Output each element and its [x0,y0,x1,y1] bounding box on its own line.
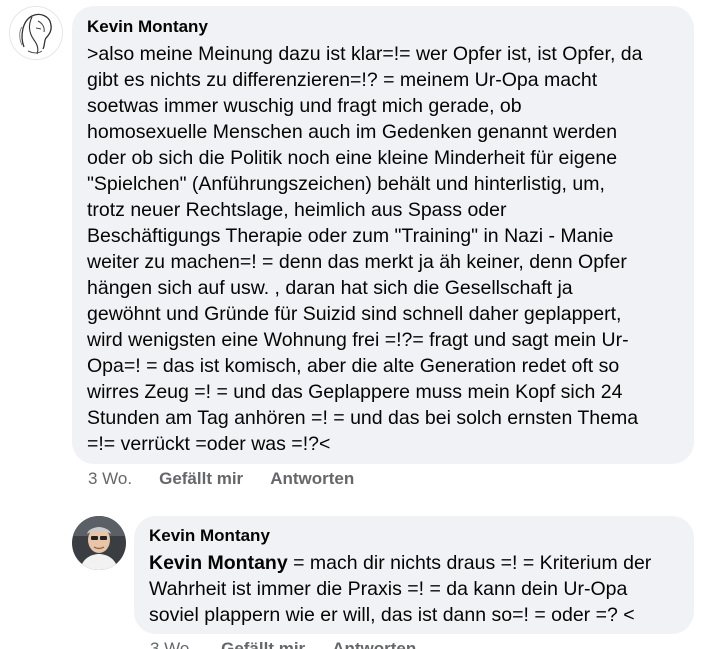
like-button[interactable]: Gefällt mir [221,639,305,649]
profile-photo-icon [72,516,126,570]
reply-bubble: Kevin Montany Kevin Montany = mach dir n… [134,516,694,634]
comment-author[interactable]: Kevin Montany [149,526,680,546]
comment-text: >also meine Meinung dazu ist klar=!= wer… [87,43,643,455]
comment-text: Kevin Montany = mach dir nichts draus =!… [149,550,689,628]
comment-author[interactable]: Kevin Montany [87,17,680,37]
avatar[interactable] [72,516,126,570]
comment-actions: 3 Wo. Gefällt mir Antworten [88,468,381,490]
comment-actions: 3 Wo. Gefällt mir Antworten [150,638,443,649]
mention-link[interactable]: Kevin Montany [149,552,288,574]
like-button[interactable]: Gefällt mir [159,469,243,489]
reply-button[interactable]: Antworten [332,639,416,649]
comment-thread: Kevin Montany >also meine Meinung dazu i… [0,0,705,649]
sketch-face-icon [10,7,62,59]
comment-timestamp[interactable]: 3 Wo. [88,469,132,489]
avatar[interactable] [9,6,63,60]
comment-bubble: Kevin Montany >also meine Meinung dazu i… [72,6,694,464]
reply-button[interactable]: Antworten [270,469,354,489]
comment-timestamp[interactable]: 3 Wo. [150,639,194,649]
